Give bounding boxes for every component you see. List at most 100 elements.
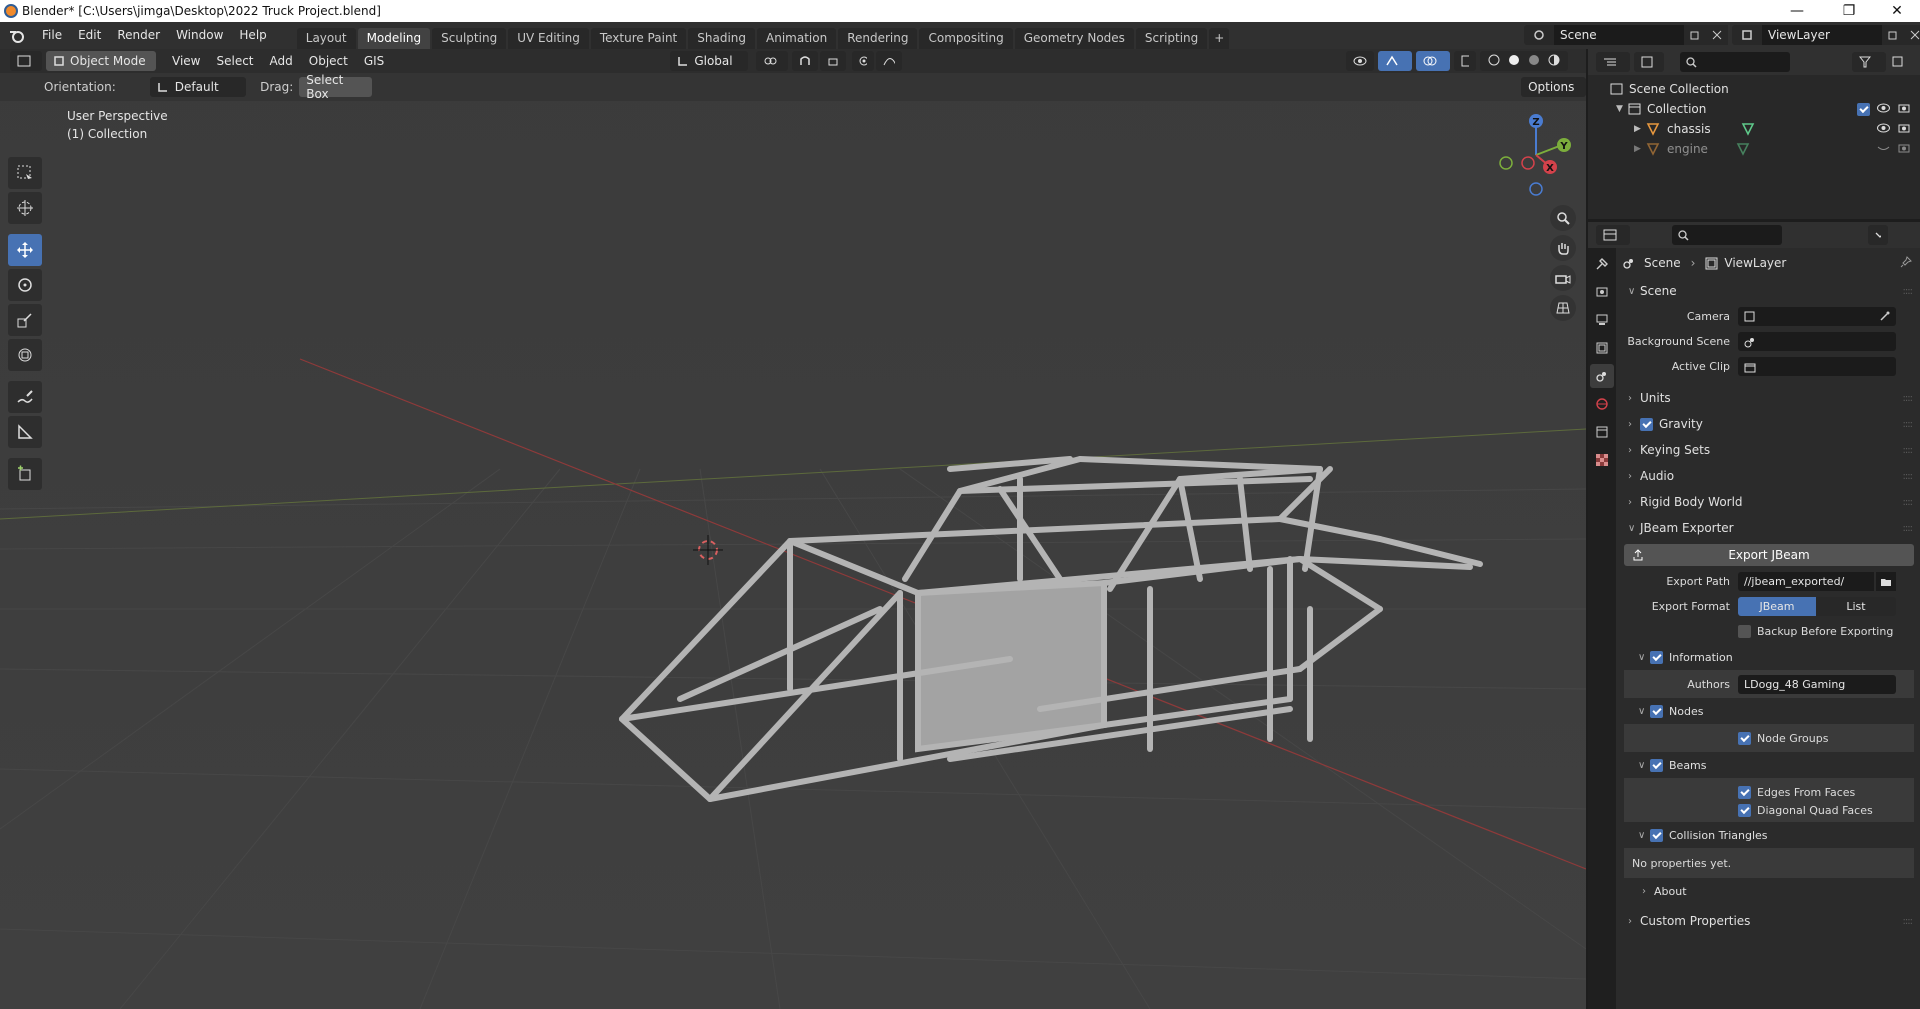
tab-geometry-nodes[interactable]: Geometry Nodes: [1014, 28, 1134, 49]
engine-hidden-eye-icon[interactable]: [1877, 142, 1890, 156]
audio-panel-header[interactable]: › Audio ::::: [1618, 463, 1920, 489]
chassis-expand-icon[interactable]: ▶: [1634, 124, 1646, 134]
3d-viewport[interactable]: Object Mode View Select Add Object GIS G…: [0, 49, 1586, 1009]
gravity-panel-header[interactable]: › Gravity ::::: [1618, 411, 1920, 437]
render-tab-icon[interactable]: [1590, 280, 1614, 304]
pan-hand-icon[interactable]: [1550, 235, 1576, 261]
camera-view-icon[interactable]: [1550, 265, 1576, 291]
collection-expand-icon[interactable]: ▼: [1616, 104, 1628, 114]
rigid-body-grip-icon[interactable]: ::::: [1903, 497, 1914, 508]
rendered-shading-icon[interactable]: [1548, 54, 1560, 69]
backup-before-exporting-checkbox[interactable]: [1738, 625, 1751, 638]
beams-subpanel-header[interactable]: ∨ Beams: [1618, 752, 1920, 778]
cursor-tool-icon[interactable]: [8, 192, 42, 224]
diagonal-quad-faces-checkbox[interactable]: [1738, 803, 1751, 817]
collection-exclude-checkbox[interactable]: [1857, 102, 1870, 116]
units-panel-header[interactable]: › Units ::::: [1618, 385, 1920, 411]
snap-icon[interactable]: [792, 51, 819, 71]
menu-edit[interactable]: Edit: [70, 22, 109, 49]
add-workspace-icon[interactable]: +: [1209, 28, 1230, 49]
pin-icon[interactable]: [1900, 255, 1912, 271]
rotate-tool-icon[interactable]: [8, 269, 42, 301]
scene-panel-header[interactable]: ∨ Scene ::::: [1618, 278, 1920, 304]
active-clip-field[interactable]: [1738, 357, 1896, 376]
pivot-point-icon[interactable]: [756, 51, 789, 71]
outliner-item-engine[interactable]: ▶ engine: [1588, 139, 1920, 159]
new-view-layer-icon[interactable]: [1882, 25, 1904, 45]
measure-tool-icon[interactable]: [8, 416, 42, 448]
nodes-checkbox[interactable]: [1650, 704, 1663, 718]
scene-tab-icon[interactable]: [1590, 364, 1614, 388]
properties-editor-type-icon[interactable]: [1596, 225, 1630, 245]
chassis-visibility-eye-icon[interactable]: [1877, 122, 1890, 136]
toggle-perspective-icon[interactable]: [1550, 295, 1576, 321]
export-path-input[interactable]: //jbeam_exported/: [1738, 572, 1874, 591]
properties-options-chevron-icon[interactable]: [1868, 225, 1888, 245]
format-list-option[interactable]: List: [1816, 597, 1896, 616]
scene-icon[interactable]: [1524, 25, 1554, 45]
custom-properties-panel-header[interactable]: › Custom Properties ::::: [1618, 908, 1920, 934]
collection-render-camera-icon[interactable]: [1898, 102, 1910, 116]
transform-tool-icon[interactable]: [8, 339, 42, 371]
blender-menu-icon[interactable]: [0, 29, 34, 43]
gravity-checkbox[interactable]: [1640, 417, 1653, 431]
viewport-menu-object[interactable]: Object: [301, 49, 356, 75]
outliner-editor-type-icon[interactable]: [1596, 52, 1630, 72]
authors-input[interactable]: LDogg_48 Gaming: [1738, 674, 1896, 694]
folder-browse-icon[interactable]: [1876, 572, 1896, 591]
xray-toggle-icon[interactable]: [1454, 51, 1477, 71]
tab-animation[interactable]: Animation: [757, 28, 837, 49]
neg-y-axis-icon[interactable]: [1499, 156, 1513, 170]
proportional-edit-icon[interactable]: [852, 51, 875, 71]
close-button[interactable]: ✕: [1874, 0, 1920, 22]
audio-grip-icon[interactable]: ::::: [1903, 471, 1914, 482]
select-box-tool-icon[interactable]: [8, 157, 42, 189]
viewport-menu-view[interactable]: View: [164, 49, 208, 75]
about-subpanel-header[interactable]: › About: [1618, 878, 1920, 904]
tab-shading[interactable]: Shading: [688, 28, 755, 49]
scene-panel-grip-icon[interactable]: ::::: [1903, 286, 1914, 297]
collection-tab-icon[interactable]: [1590, 420, 1614, 444]
menu-file[interactable]: File: [34, 22, 70, 49]
tab-rendering[interactable]: Rendering: [838, 28, 918, 49]
navigation-gizmo[interactable]: Z Y X: [1490, 109, 1580, 199]
rigid-body-world-panel-header[interactable]: › Rigid Body World ::::: [1618, 489, 1920, 515]
custom-properties-grip-icon[interactable]: ::::: [1903, 916, 1914, 927]
neg-z-axis-icon[interactable]: [1529, 182, 1543, 196]
tab-compositing[interactable]: Compositing: [919, 28, 1013, 49]
minimize-button[interactable]: —: [1774, 0, 1820, 22]
scene-name-field[interactable]: Scene: [1554, 25, 1684, 45]
scale-tool-icon[interactable]: [8, 304, 42, 336]
menu-help[interactable]: Help: [231, 22, 274, 49]
annotate-tool-icon[interactable]: [8, 381, 42, 413]
texture-tab-icon[interactable]: [1590, 448, 1614, 472]
tab-scripting[interactable]: Scripting: [1135, 28, 1208, 49]
tool-tab-icon[interactable]: [1590, 252, 1614, 276]
tab-layout[interactable]: Layout: [296, 28, 356, 49]
view-layer-tab-icon[interactable]: [1590, 336, 1614, 360]
jbeam-exporter-grip-icon[interactable]: ::::: [1903, 523, 1914, 534]
tab-uv-editing[interactable]: UV Editing: [508, 28, 589, 49]
gizmo-toggle-icon[interactable]: [1378, 51, 1413, 71]
viewport-menu-gis[interactable]: GIS: [356, 49, 392, 75]
outliner-scene-collection[interactable]: Scene Collection: [1588, 79, 1920, 99]
eyedropper-icon[interactable]: [1879, 311, 1890, 322]
snap-target-icon[interactable]: [820, 51, 847, 71]
node-groups-checkbox[interactable]: [1738, 731, 1751, 745]
collision-triangles-subpanel-header[interactable]: ∨ Collision Triangles: [1618, 822, 1920, 848]
outliner-collection-row[interactable]: ▼ Collection: [1588, 99, 1920, 119]
engine-render-camera-icon[interactable]: [1898, 142, 1910, 156]
output-tab-icon[interactable]: [1590, 308, 1614, 332]
menu-render[interactable]: Render: [109, 22, 168, 49]
nodes-subpanel-header[interactable]: ∨ Nodes: [1618, 698, 1920, 724]
wireframe-shading-icon[interactable]: [1488, 54, 1500, 69]
move-tool-icon[interactable]: [8, 234, 42, 266]
menu-window[interactable]: Window: [168, 22, 231, 49]
viewport-menu-select[interactable]: Select: [208, 49, 261, 75]
collision-triangles-checkbox[interactable]: [1650, 828, 1663, 842]
delete-scene-icon[interactable]: [1706, 25, 1728, 45]
camera-field[interactable]: [1738, 307, 1896, 326]
editor-type-icon[interactable]: [10, 51, 42, 71]
view-layer-field[interactable]: ViewLayer: [1762, 25, 1882, 45]
selectability-visibility-icon[interactable]: [1346, 51, 1375, 71]
